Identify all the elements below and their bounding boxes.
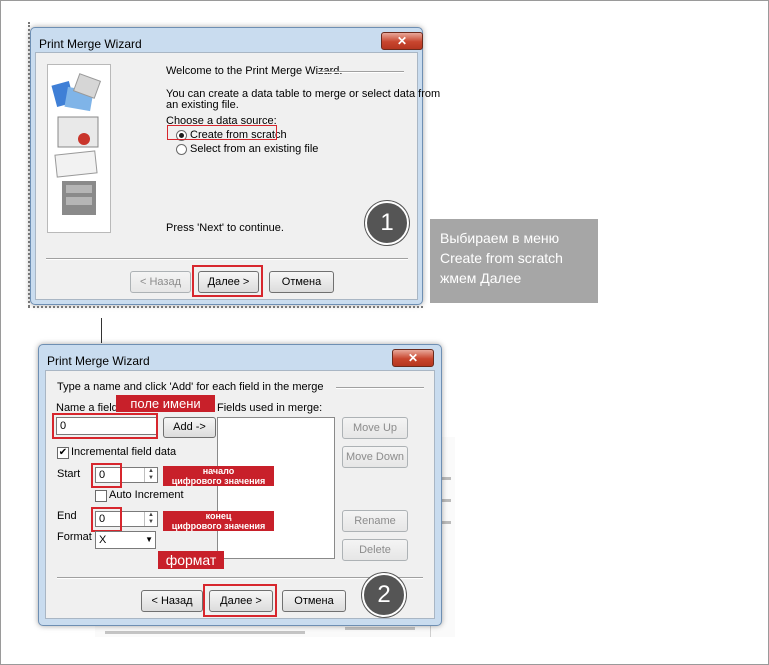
print-merge-wizard-dialog-step1: Print Merge Wizard ✕ Welcome to the Prin… bbox=[30, 27, 440, 305]
add-button[interactable]: Add -> bbox=[163, 417, 216, 438]
chevron-down-icon[interactable]: ▼ bbox=[145, 532, 153, 548]
press-next-text: Press 'Next' to continue. bbox=[166, 222, 284, 234]
dialog-title-step2: Print Merge Wizard bbox=[47, 354, 150, 368]
incremental-checkbox[interactable]: ✔ bbox=[57, 447, 69, 459]
highlight-next-button bbox=[192, 265, 263, 297]
documents-illustration-icon bbox=[51, 73, 102, 215]
title-bar-step2[interactable]: Print Merge Wizard ✕ bbox=[39, 345, 441, 371]
format-label: Format bbox=[57, 531, 92, 543]
close-button[interactable]: ✕ bbox=[381, 32, 423, 50]
cancel-button[interactable]: Отмена bbox=[269, 271, 334, 293]
auto-increment-label[interactable]: Auto Increment bbox=[109, 489, 184, 501]
background-edge-left bbox=[28, 22, 30, 307]
highlight-start bbox=[91, 463, 122, 488]
step-1-badge: 1 bbox=[365, 201, 409, 245]
tag-format: формат bbox=[158, 551, 224, 569]
end-spin[interactable]: ▲ ▼ bbox=[144, 512, 157, 526]
highlight-next-button-step2 bbox=[203, 584, 277, 617]
instruction-divider bbox=[336, 387, 424, 389]
title-bar[interactable]: Print Merge Wizard ✕ bbox=[31, 28, 423, 54]
tag-end-line-1: конец bbox=[205, 511, 232, 521]
format-select[interactable]: X ▼ bbox=[95, 531, 156, 549]
close-icon: ✕ bbox=[396, 34, 408, 48]
close-icon: ✕ bbox=[407, 351, 419, 365]
end-label: End bbox=[57, 510, 77, 522]
cancel-button-step2[interactable]: Отмена bbox=[282, 590, 346, 612]
start-spin[interactable]: ▲ ▼ bbox=[144, 468, 157, 482]
highlight-create-from-scratch bbox=[167, 125, 277, 140]
step-1-note: Выбираем в меню Create from scratch жмем… bbox=[430, 219, 598, 303]
back-button[interactable]: < Назад bbox=[130, 271, 191, 293]
highlight-end bbox=[91, 507, 122, 532]
tag-start-line-2: цифрового значения bbox=[171, 476, 266, 486]
tag-start-line-1: начало bbox=[202, 466, 235, 476]
fields-used-list[interactable] bbox=[217, 417, 335, 559]
delete-button[interactable]: Delete bbox=[342, 539, 408, 561]
close-button-step2[interactable]: ✕ bbox=[392, 349, 434, 367]
select-existing-file-radio[interactable] bbox=[176, 144, 187, 155]
format-value: X bbox=[99, 534, 107, 546]
auto-increment-checkbox[interactable] bbox=[95, 490, 107, 502]
welcome-text: Welcome to the Print Merge Wizard. bbox=[166, 65, 343, 77]
highlight-name-field bbox=[52, 413, 158, 439]
tag-end-line-2: цифрового значения bbox=[171, 521, 266, 531]
description-line-2: an existing file. bbox=[166, 99, 239, 111]
welcome-divider bbox=[318, 71, 404, 73]
select-existing-file-label[interactable]: Select from an existing file bbox=[190, 143, 318, 155]
move-up-button[interactable]: Move Up bbox=[342, 417, 408, 439]
rename-button[interactable]: Rename bbox=[342, 510, 408, 532]
instruction-text: Type a name and click 'Add' for each fie… bbox=[57, 381, 324, 393]
move-down-button[interactable]: Move Down bbox=[342, 446, 408, 468]
bottom-divider bbox=[46, 258, 408, 260]
incremental-label[interactable]: Incremental field data bbox=[71, 446, 176, 458]
wizard-illustration bbox=[47, 64, 111, 233]
connector-line bbox=[101, 318, 102, 343]
back-button-step2[interactable]: < Назад bbox=[141, 590, 203, 612]
step-2-badge: 2 bbox=[362, 573, 406, 617]
tag-end: конец цифрового значения bbox=[163, 511, 274, 531]
start-label: Start bbox=[57, 468, 81, 480]
dialog-title: Print Merge Wizard bbox=[39, 37, 142, 51]
tag-field-name: поле имени bbox=[116, 395, 215, 412]
background-edge-bottom bbox=[28, 306, 423, 308]
tag-start: начало цифрового значения bbox=[163, 466, 274, 486]
dialog-client-area: Welcome to the Print Merge Wizard. You c… bbox=[35, 52, 440, 300]
fields-used-label: Fields used in merge: bbox=[217, 402, 323, 414]
